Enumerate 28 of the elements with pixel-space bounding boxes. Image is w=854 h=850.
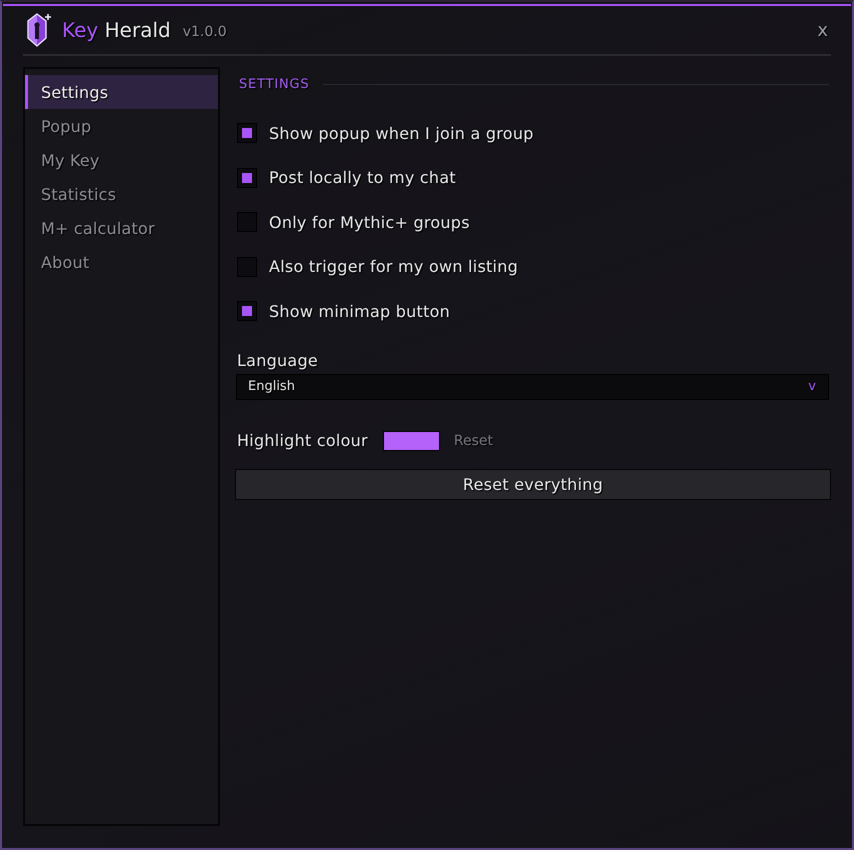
checkbox[interactable] [237, 123, 257, 144]
sidebar-item[interactable]: My Key [25, 143, 218, 177]
sidebar-item[interactable]: Settings [25, 75, 218, 109]
sidebar-item[interactable]: Popup [25, 109, 218, 143]
colour-swatch[interactable] [382, 430, 440, 450]
language-label: Language [237, 351, 318, 370]
checkbox[interactable] [237, 256, 257, 277]
caret-icon: v [808, 379, 816, 394]
version-label: v1.0.0 [182, 24, 227, 40]
close-button[interactable]: x [813, 20, 832, 40]
option-label: Only for Mythic+ groups [269, 212, 470, 232]
checkbox[interactable] [237, 168, 257, 188]
option-label: Show popup when I join a group [269, 124, 534, 143]
sidebar-item[interactable]: Statistics [25, 177, 218, 211]
sidebar-item[interactable]: About [25, 245, 218, 279]
section-heading: SETTINGS [239, 76, 310, 92]
sidebar-item[interactable]: M+ calculator [25, 211, 218, 245]
option-label: Post locally to my chat [269, 168, 456, 188]
gem-icon [26, 13, 52, 47]
reset-link[interactable]: Reset [454, 432, 493, 448]
app-title: Key Herald [62, 18, 171, 42]
option-label: Also trigger for my own listing [269, 257, 518, 276]
option-label: Show minimap button [269, 302, 450, 321]
highlight-colour-label: Highlight colour [237, 431, 368, 450]
checkbox[interactable] [237, 212, 257, 232]
checkbox[interactable] [237, 301, 257, 322]
reset-everything-button[interactable]: Reset everything [235, 468, 831, 500]
language-dropdown[interactable]: English v [236, 374, 829, 400]
